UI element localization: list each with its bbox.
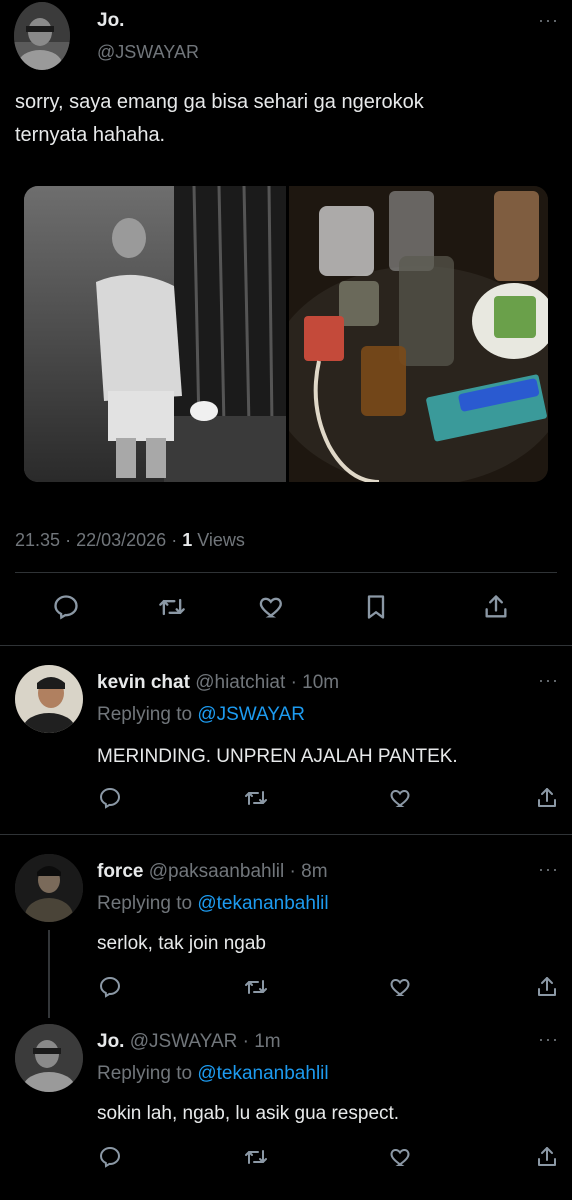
replying-to: Replying to @tekananbahlil bbox=[97, 893, 329, 915]
share-icon[interactable] bbox=[535, 975, 559, 999]
reply-time[interactable]: · 10m bbox=[291, 672, 340, 693]
replying-to: Replying to @JSWAYAR bbox=[97, 704, 305, 726]
avatar[interactable] bbox=[15, 854, 83, 922]
replying-to: Replying to @tekananbahlil bbox=[97, 1063, 329, 1085]
reply-icon[interactable] bbox=[98, 786, 122, 810]
reply-text: serlok, tak join ngab bbox=[97, 933, 266, 954]
more-options-icon[interactable]: ··· bbox=[538, 670, 559, 691]
media-grid bbox=[24, 186, 548, 482]
reply-action-bar bbox=[0, 975, 572, 1001]
photo-left[interactable] bbox=[24, 186, 286, 482]
separator-dot: · bbox=[171, 530, 178, 550]
divider bbox=[0, 645, 572, 646]
author-handle[interactable]: @JSWAYAR bbox=[130, 1031, 238, 1052]
reply-header: kevin chat @hiatchiat · 10m bbox=[97, 672, 339, 694]
replying-to-handle[interactable]: @tekananbahlil bbox=[197, 1063, 328, 1084]
photo-right[interactable] bbox=[269, 186, 548, 482]
separator-dot: · bbox=[65, 530, 72, 550]
author-name[interactable]: force bbox=[97, 861, 143, 882]
reply-icon[interactable] bbox=[98, 1145, 122, 1169]
author-handle[interactable]: @paksaanbahlil bbox=[149, 861, 285, 882]
tweet-text-line-1: sorry, saya emang ga bisa sehari ga nger… bbox=[15, 91, 424, 113]
tweet-time[interactable]: 21.35 bbox=[15, 530, 60, 550]
more-options-icon[interactable]: ··· bbox=[538, 10, 559, 31]
like-icon[interactable] bbox=[389, 975, 413, 999]
replying-to-label: Replying to bbox=[97, 893, 193, 914]
retweet-icon[interactable] bbox=[244, 975, 268, 999]
like-icon[interactable] bbox=[389, 786, 413, 810]
like-icon[interactable] bbox=[389, 1145, 413, 1169]
author-handle[interactable]: @JSWAYAR bbox=[97, 42, 199, 63]
reply-action-bar bbox=[0, 786, 572, 812]
more-options-icon[interactable]: ··· bbox=[538, 1029, 559, 1050]
share-icon[interactable] bbox=[535, 1145, 559, 1169]
reply-time[interactable]: · 1m bbox=[243, 1031, 281, 1052]
tweet-text-line-2: ternyata hahaha. bbox=[15, 124, 166, 146]
like-icon[interactable] bbox=[258, 593, 286, 621]
avatar[interactable] bbox=[14, 2, 70, 70]
author-handle[interactable]: @hiatchiat bbox=[195, 672, 285, 693]
reply-header: force @paksaanbahlil · 8m bbox=[97, 861, 328, 883]
reply-action-bar bbox=[0, 1145, 572, 1171]
retweet-icon[interactable] bbox=[158, 593, 186, 621]
reply-text: MERINDING. UNPREN AJALAH PANTEK. bbox=[97, 746, 458, 767]
action-bar bbox=[0, 590, 572, 626]
replying-to-label: Replying to bbox=[97, 1063, 193, 1084]
reply-text: sokin lah, ngab, lu asik gua respect. bbox=[97, 1103, 400, 1124]
author-name[interactable]: Jo. bbox=[97, 10, 124, 32]
reply-icon[interactable] bbox=[52, 593, 80, 621]
replying-to-handle[interactable]: @tekananbahlil bbox=[197, 893, 328, 914]
retweet-icon[interactable] bbox=[244, 786, 268, 810]
divider bbox=[15, 572, 557, 573]
replying-to-label: Replying to bbox=[97, 704, 193, 725]
avatar[interactable] bbox=[15, 1024, 83, 1092]
thread-line bbox=[48, 930, 50, 1018]
views-label[interactable]: Views bbox=[197, 530, 245, 550]
reply-icon[interactable] bbox=[98, 975, 122, 999]
divider bbox=[0, 834, 572, 835]
tweet-date[interactable]: 22/03/2026 bbox=[76, 530, 166, 550]
author-name[interactable]: Jo. bbox=[97, 1031, 124, 1052]
replying-to-handle[interactable]: @JSWAYAR bbox=[197, 704, 305, 725]
share-icon[interactable] bbox=[535, 786, 559, 810]
reply-time[interactable]: · 8m bbox=[290, 861, 328, 882]
retweet-icon[interactable] bbox=[244, 1145, 268, 1169]
avatar[interactable] bbox=[15, 665, 83, 733]
share-icon[interactable] bbox=[482, 593, 510, 621]
reply-header: Jo. @JSWAYAR · 1m bbox=[97, 1031, 281, 1053]
views-count[interactable]: 1 bbox=[182, 530, 192, 550]
author-name[interactable]: kevin chat bbox=[97, 672, 190, 693]
tweet-timestamp-row: 21.35 · 22/03/2026 · 1 Views bbox=[15, 530, 245, 551]
more-options-icon[interactable]: ··· bbox=[538, 859, 559, 880]
bookmark-icon[interactable] bbox=[362, 593, 390, 621]
